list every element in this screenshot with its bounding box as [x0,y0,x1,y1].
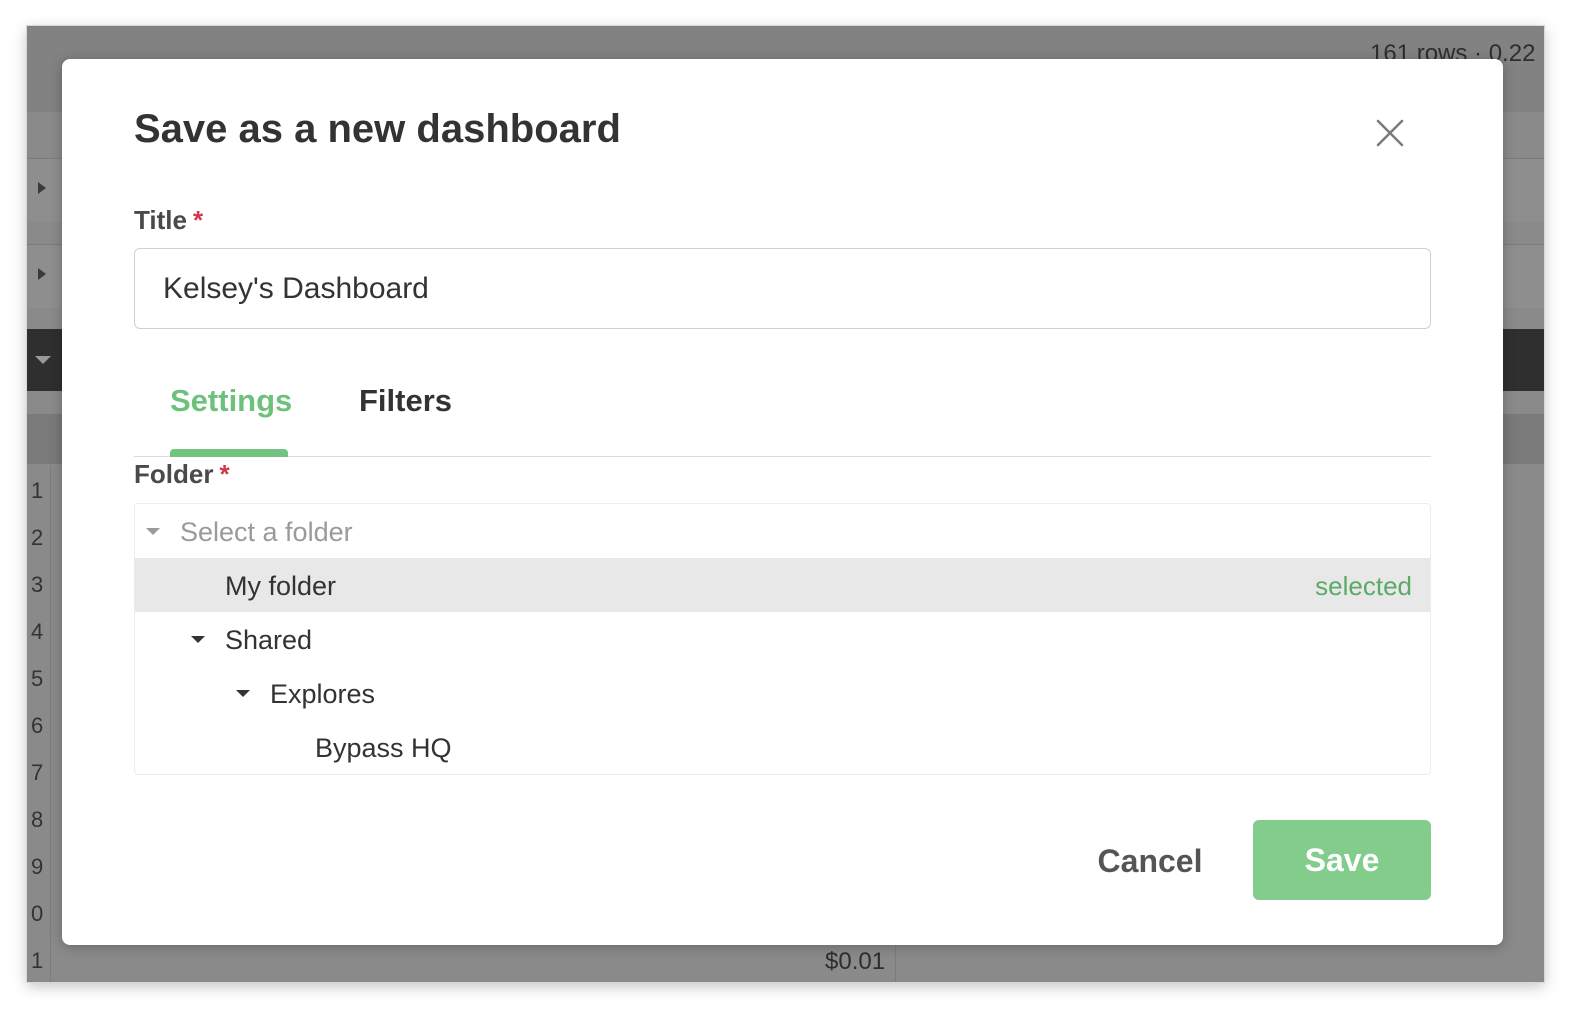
expand-arrow-icon [38,182,46,194]
save-dashboard-dialog: Save as a new dashboard Title* Settings … [62,59,1503,945]
cancel-button[interactable]: Cancel [1080,821,1220,901]
collapse-arrow-icon [35,356,51,364]
title-field-label: Title * [134,205,203,236]
expand-arrow-icon [38,268,46,280]
folder-select-placeholder: Select a folder [180,517,353,547]
required-marker: * [192,205,204,235]
row-number: 4 [31,619,44,644]
folder-field-label: Folder * [134,459,230,490]
folder-tree-select[interactable]: Select a folder My folder selected Share… [134,503,1431,775]
folder-item-my-folder[interactable]: My folder selected [135,558,1430,612]
folder-item-bypass-hq[interactable]: Bypass HQ [135,720,1430,774]
folder-select-toggle[interactable]: Select a folder [135,504,1430,558]
close-icon [1376,119,1404,147]
folder-item-label: Shared [225,625,313,655]
tab-settings[interactable]: Settings [170,383,292,419]
title-input[interactable] [134,248,1431,329]
table-cell-value: $0.01 [825,948,886,975]
chevron-down-icon[interactable] [236,690,250,697]
chevron-down-icon [146,528,160,535]
row-number: 3 [31,572,44,597]
folder-item-label: Explores [270,679,376,709]
row-number: 8 [31,807,44,832]
row-number: 1 [31,478,44,503]
cell-divider [895,942,896,982]
row-number: 2 [31,525,44,550]
folder-label-text: Folder [134,459,214,489]
row-number: 6 [31,713,44,738]
tab-filters[interactable]: Filters [359,383,452,419]
title-label-text: Title [134,205,187,235]
row-number: 5 [31,666,44,691]
chevron-down-icon[interactable] [191,636,205,643]
folder-item-explores[interactable]: Explores [135,666,1430,720]
folder-item-label: My folder [225,571,337,601]
selected-status: selected [1315,571,1412,601]
row-number: 9 [31,854,44,879]
folder-item-label: Bypass HQ [315,733,452,763]
dialog-title: Save as a new dashboard [134,107,621,151]
row-number: 0 [31,901,44,926]
dialog-tabs: Settings Filters [134,369,1431,457]
folder-item-shared[interactable]: Shared [135,612,1430,666]
row-number: 1 [31,948,44,973]
close-button[interactable] [1370,113,1410,153]
active-tab-indicator [170,449,288,457]
required-marker: * [219,459,230,489]
row-number: 7 [31,760,44,785]
save-button[interactable]: Save [1253,820,1431,900]
